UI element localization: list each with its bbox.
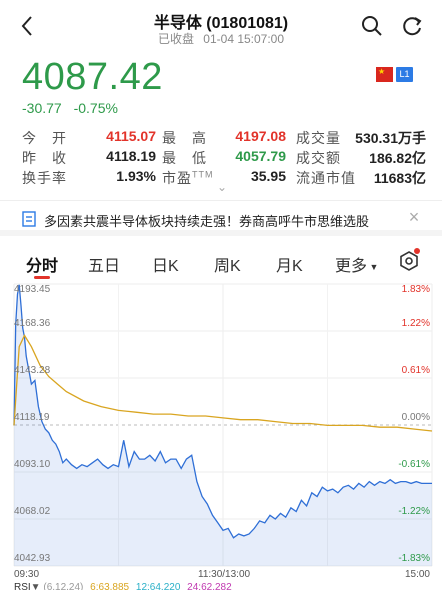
tab-weekly-k[interactable]: 周K: [214, 252, 241, 276]
rsi-label: RSI: [14, 582, 31, 590]
y-tick-label: 4042.93: [14, 553, 51, 564]
stats-row: 昨 收 4118.19 最 低 4057.79 成交额 186.82亿: [22, 148, 426, 168]
chart-tabs: 分时 五日 日K 周K 月K 更多 ▼: [0, 248, 442, 280]
tab-more[interactable]: 更多 ▼: [335, 252, 378, 276]
expand-stats-icon[interactable]: ⌄: [217, 180, 227, 194]
turnover-label: 换手率: [22, 170, 67, 186]
amount-label: 成交额: [296, 150, 341, 166]
y-tick-label: 4168.36: [14, 318, 51, 329]
rsi-params: (6,12,24): [43, 582, 84, 590]
pct-tick-label: -0.61%: [398, 459, 430, 470]
prev-close-value: 4118.19: [106, 148, 156, 164]
open-label: 今 开: [22, 130, 67, 146]
y-tick-label: 4193.45: [14, 284, 51, 295]
low-label: 最 低: [162, 150, 207, 166]
status-text: 已收盘: [157, 32, 194, 46]
pct-tick-label: 0.00%: [401, 412, 430, 423]
pct-tick-label: 1.83%: [401, 284, 430, 295]
news-banner[interactable]: 多因素共震半导体板块持续走强！券商高呼牛市思维选股 ×: [0, 200, 442, 236]
x-tick-label: 15:00: [404, 569, 430, 580]
header-bar: 半导体 (01801081) 已收盘 01-04 15:07:00: [0, 0, 442, 52]
tab-more-label: 更多: [335, 258, 368, 275]
float-cap-value: 11683亿: [373, 170, 426, 186]
document-icon: [22, 211, 36, 227]
turnover-value: 1.93%: [116, 168, 156, 184]
change-percent: -0.75%: [73, 100, 118, 116]
news-text[interactable]: 多因素共震半导体板块持续走强！券商高呼牛市思维选股: [44, 211, 369, 230]
china-flag-icon: ★: [376, 67, 393, 82]
pe-label-text: 市盈: [162, 170, 192, 186]
search-icon: [362, 16, 382, 36]
change-value: -30.77: [22, 100, 62, 116]
caret-down-icon: ▼: [30, 582, 41, 590]
tab-intraday[interactable]: 分时: [26, 252, 58, 276]
stats-grid: 今 开 4115.07 最 高 4197.08 成交量 530.31万手 昨 收…: [22, 128, 426, 188]
tab-daily-k[interactable]: 日K: [152, 252, 179, 276]
amount-value: 186.82亿: [369, 150, 426, 166]
high-value: 4197.08: [235, 128, 286, 144]
rsi-6-value: 6:63.885: [90, 582, 130, 590]
y-tick-label: 4118.19: [14, 412, 50, 423]
y-tick-label: 4068.02: [14, 506, 51, 517]
pct-tick-label: 0.61%: [401, 365, 430, 376]
active-tab-indicator: [34, 276, 50, 279]
rsi-12-value: 12:64.220: [135, 582, 181, 590]
x-tick-label: 09:30: [14, 569, 40, 580]
current-price: 4087.42: [22, 56, 163, 98]
tab-monthly-k[interactable]: 月K: [276, 252, 303, 276]
pct-tick-label: -1.22%: [398, 506, 430, 517]
intraday-chart[interactable]: RSI▼ (6,12,24) 6:63.885 12:64.220 24:62.…: [0, 282, 442, 590]
prev-close-label: 昨 收: [22, 150, 67, 166]
open-value: 4115.07: [106, 128, 156, 144]
status-timestamp: 01-04 15:07:00: [203, 32, 285, 46]
refresh-button[interactable]: [398, 12, 426, 40]
stats-row: 今 开 4115.07 最 高 4197.08 成交量 530.31万手: [22, 128, 426, 148]
tab-five-day[interactable]: 五日: [88, 252, 120, 276]
y-tick-label: 4093.10: [14, 459, 51, 470]
refresh-icon: [403, 17, 422, 36]
caret-down-icon: ▼: [367, 261, 379, 272]
volume-value: 530.31万手: [355, 130, 426, 146]
pct-tick-label: -1.83%: [398, 553, 430, 564]
y-tick-label: 4143.28: [14, 365, 51, 376]
volume-label: 成交量: [296, 130, 341, 146]
close-icon[interactable]: ×: [404, 207, 424, 227]
rsi-24-value: 24:62.282: [187, 582, 232, 590]
pct-tick-label: 1.22%: [401, 318, 430, 329]
x-tick-label: 11:30/13:00: [198, 569, 251, 580]
low-value: 4057.79: [235, 148, 286, 164]
chart-canvas[interactable]: [0, 282, 442, 590]
level-badge[interactable]: L1: [396, 67, 413, 82]
search-button[interactable]: [358, 12, 386, 40]
price-change: -30.77 -0.75%: [22, 100, 126, 116]
high-label: 最 高: [162, 130, 207, 146]
rsi-indicator-bar[interactable]: RSI▼ (6,12,24) 6:63.885 12:64.220 24:62.…: [14, 582, 232, 590]
notification-dot: [414, 248, 420, 254]
